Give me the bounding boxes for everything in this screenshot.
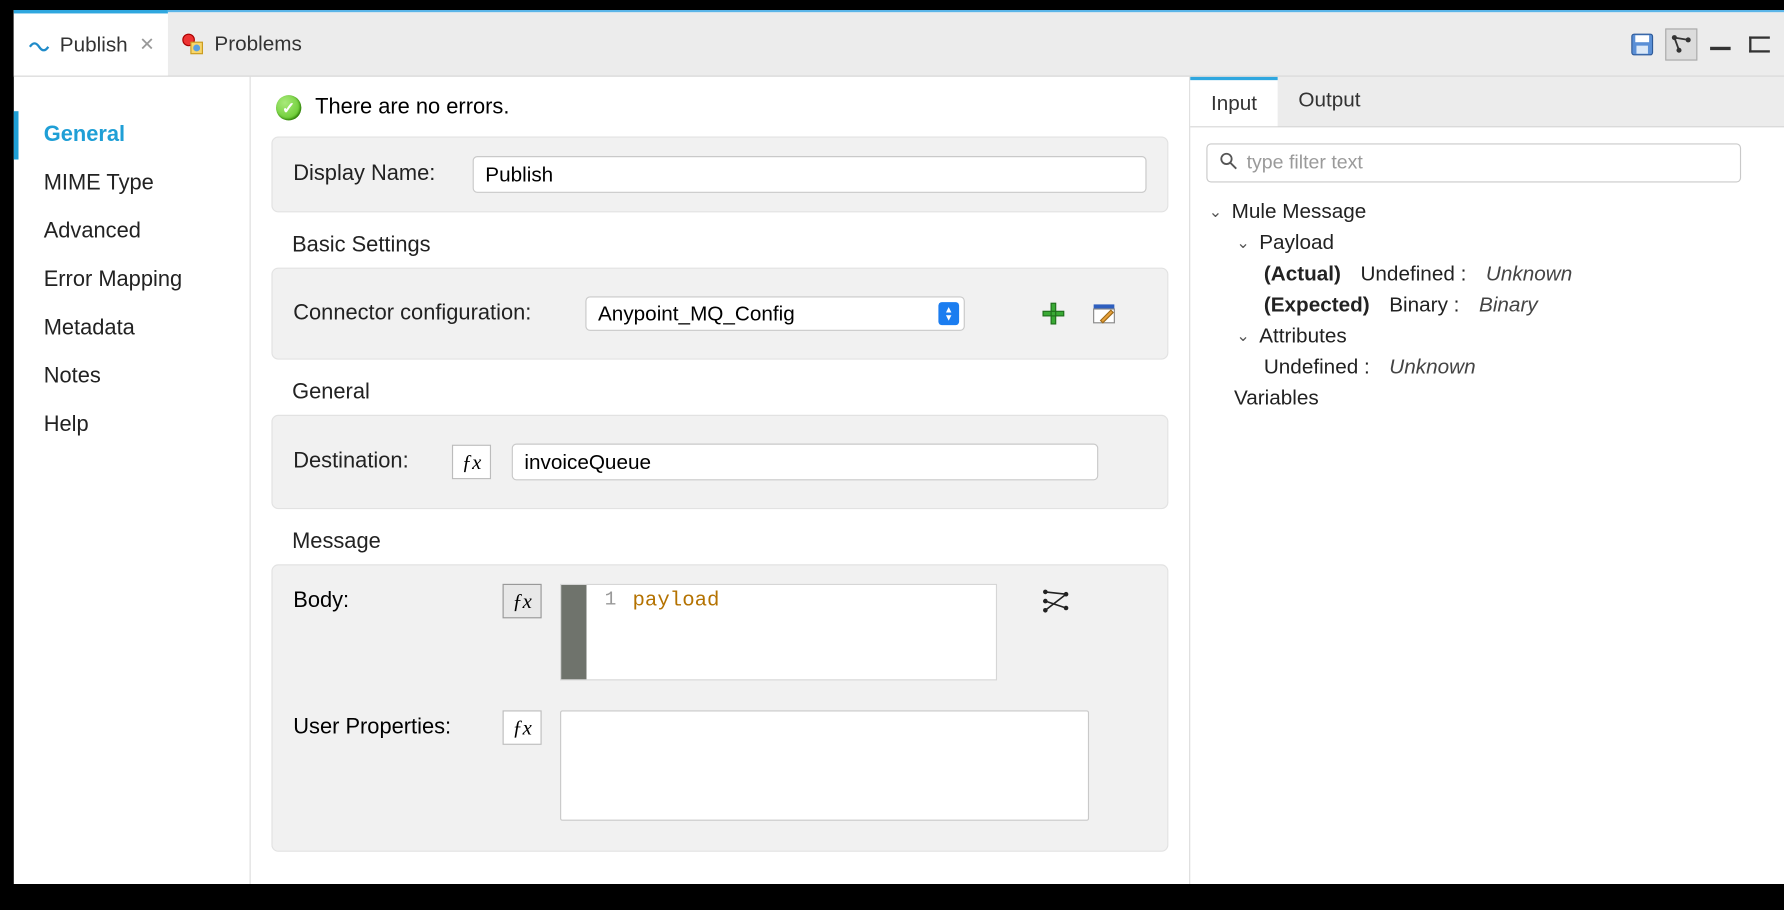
- sidebar-item-error-mapping[interactable]: Error Mapping: [14, 256, 250, 304]
- sidebar-item-notes[interactable]: Notes: [14, 353, 250, 401]
- tree-type: Undefined :: [1264, 355, 1370, 379]
- add-config-button[interactable]: [1038, 299, 1068, 329]
- sidebar-item-label: General: [44, 123, 125, 147]
- sidebar-item-help[interactable]: Help: [14, 401, 250, 449]
- tree-label: Payload: [1259, 231, 1334, 255]
- publish-icon: [28, 33, 51, 56]
- search-icon: [1219, 151, 1237, 175]
- connector-value: Anypoint_MQ_Config: [598, 302, 795, 326]
- sidebar-item-mime[interactable]: MIME Type: [14, 160, 250, 208]
- tree-value: Unknown: [1486, 262, 1572, 286]
- toolbar-right: [1626, 12, 1776, 75]
- display-name-label: Display Name:: [293, 162, 454, 187]
- sidebar-item-label: Error Mapping: [44, 268, 182, 292]
- sidebar-item-general[interactable]: General: [14, 111, 250, 159]
- tree-node-actual[interactable]: (Actual) Undefined : Unknown: [1206, 258, 1741, 289]
- edit-config-button[interactable]: [1089, 299, 1119, 329]
- chevron-down-icon[interactable]: ⌄: [1234, 233, 1252, 253]
- body-code-editor[interactable]: 1 payload: [560, 584, 997, 681]
- check-ok-icon: ✓: [276, 95, 301, 120]
- meta-tab-label: Output: [1298, 88, 1360, 111]
- chevron-updown-icon: ▲▼: [938, 302, 959, 325]
- destination-input[interactable]: [512, 444, 1099, 481]
- app-window: Publish ✕ Problems: [14, 10, 1784, 884]
- basic-settings-title: Basic Settings: [271, 224, 1168, 268]
- sidebar-item-label: Help: [44, 413, 89, 437]
- tree-node-payload[interactable]: ⌄ Payload: [1206, 227, 1741, 258]
- fx-button-destination[interactable]: ƒx: [452, 445, 491, 480]
- tab-publish-label: Publish: [60, 32, 128, 56]
- filter-input-wrap[interactable]: [1206, 143, 1741, 182]
- close-icon[interactable]: ✕: [139, 33, 154, 56]
- sidebar: General MIME Type Advanced Error Mapping…: [14, 77, 251, 884]
- metadata-panel: Input Output ⌄ Mule Message ⌄: [1189, 77, 1784, 884]
- tree-node-variables[interactable]: Variables: [1206, 383, 1741, 414]
- tree-value: Binary: [1479, 293, 1538, 317]
- tab-bar: Publish ✕ Problems: [14, 12, 1784, 76]
- tree-type: Binary :: [1389, 293, 1459, 317]
- minimize-button[interactable]: [1704, 28, 1736, 60]
- tree-node-expected[interactable]: (Expected) Binary : Binary: [1206, 289, 1741, 320]
- code-text: payload: [623, 585, 728, 617]
- message-section-title: Message: [271, 521, 1168, 565]
- fx-button-body[interactable]: ƒx: [503, 584, 542, 619]
- connector-select[interactable]: Anypoint_MQ_Config ▲▼: [585, 296, 965, 331]
- tree-label: Attributes: [1259, 324, 1346, 348]
- sidebar-item-label: Advanced: [44, 219, 141, 243]
- tab-problems[interactable]: Problems: [168, 12, 315, 75]
- general-section-title: General: [271, 371, 1168, 415]
- connector-label: Connector configuration:: [293, 301, 564, 326]
- meta-tabs: Input Output: [1190, 77, 1784, 128]
- save-button[interactable]: [1626, 28, 1658, 60]
- user-properties-input[interactable]: [560, 710, 1089, 820]
- maximize-button[interactable]: [1743, 28, 1775, 60]
- tree-value: Unknown: [1389, 355, 1475, 379]
- tree-label: Variables: [1234, 386, 1319, 410]
- tab-problems-label: Problems: [214, 32, 301, 56]
- problems-icon: [182, 32, 205, 55]
- sidebar-item-advanced[interactable]: Advanced: [14, 208, 250, 256]
- destination-label: Destination:: [293, 449, 431, 474]
- status-text: There are no errors.: [315, 95, 509, 120]
- tree-node-attr-value[interactable]: Undefined : Unknown: [1206, 352, 1741, 383]
- sidebar-item-label: MIME Type: [44, 171, 154, 195]
- tree-label: Mule Message: [1232, 200, 1367, 224]
- code-gutter: [561, 585, 586, 679]
- chevron-down-icon[interactable]: ⌄: [1234, 326, 1252, 346]
- editor-pane: ✓ There are no errors. Display Name: Bas…: [251, 77, 1189, 884]
- tree-key: (Actual): [1264, 262, 1341, 286]
- sidebar-item-metadata[interactable]: Metadata: [14, 304, 250, 352]
- display-name-panel: Display Name:: [271, 137, 1168, 213]
- tree-toggle-button[interactable]: [1665, 28, 1697, 60]
- body-label: Body:: [293, 584, 484, 614]
- tree-node-attributes[interactable]: ⌄ Attributes: [1206, 321, 1741, 352]
- basic-settings-panel: Connector configuration: Anypoint_MQ_Con…: [271, 268, 1168, 360]
- dataweave-map-button[interactable]: [1038, 584, 1073, 619]
- fx-button-userprops[interactable]: ƒx: [503, 710, 542, 745]
- metadata-tree: ⌄ Mule Message ⌄ Payload (Actual) Undefi…: [1206, 196, 1741, 413]
- general-panel: Destination: ƒx: [271, 415, 1168, 509]
- code-line-number: 1: [587, 585, 624, 616]
- sidebar-item-label: Notes: [44, 364, 101, 388]
- message-panel: Body: ƒx 1 payload: [271, 564, 1168, 852]
- main-area: General MIME Type Advanced Error Mapping…: [14, 77, 1784, 884]
- tree-node-mule-message[interactable]: ⌄ Mule Message: [1206, 196, 1741, 227]
- sidebar-item-label: Metadata: [44, 316, 135, 340]
- meta-tab-output[interactable]: Output: [1278, 77, 1382, 126]
- meta-tab-label: Input: [1211, 92, 1257, 115]
- display-name-input[interactable]: [473, 156, 1147, 193]
- filter-input[interactable]: [1247, 151, 1729, 174]
- tab-publish[interactable]: Publish ✕: [14, 10, 169, 76]
- tree-key: (Expected): [1264, 293, 1370, 317]
- chevron-down-icon[interactable]: ⌄: [1206, 202, 1224, 222]
- status-row: ✓ There are no errors.: [271, 88, 1168, 136]
- tree-type: Undefined :: [1360, 262, 1466, 286]
- meta-tab-input[interactable]: Input: [1190, 77, 1277, 126]
- user-properties-label: User Properties:: [293, 710, 484, 740]
